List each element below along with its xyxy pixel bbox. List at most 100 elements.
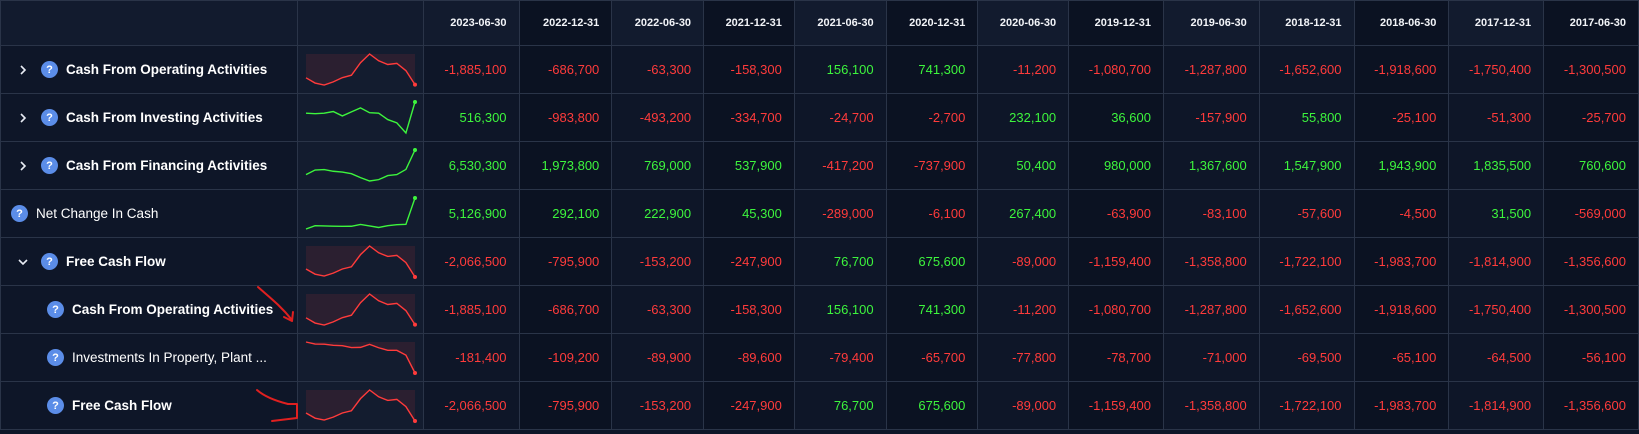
value-cell: -1,080,700 — [1068, 285, 1164, 334]
sparkline-area — [305, 390, 415, 421]
value-cell: -157,900 — [1162, 93, 1260, 142]
column-header[interactable]: 2018-06-30 — [1353, 0, 1450, 46]
row-label: Free Cash Flow — [72, 398, 172, 413]
row-label: Free Cash Flow — [66, 254, 166, 269]
sparkline-end-dot — [412, 322, 417, 327]
value-cell: 1,973,800 — [518, 141, 613, 190]
value-cell: -493,200 — [611, 93, 705, 142]
table-row[interactable]: ? Cash From Financing Activities 6,530,300… — [0, 141, 1639, 190]
table-row[interactable]: ? Free Cash Flow -2,066,500 -795,900 -153,20… — [0, 381, 1639, 430]
table-row[interactable]: ? Investments In Property, Plant ... -181,… — [0, 333, 1639, 382]
sparkline-area — [305, 294, 415, 325]
value-cell: 222,900 — [611, 189, 705, 238]
value-cell: 156,100 — [793, 285, 887, 334]
sparkline-chart — [305, 341, 417, 375]
chevron-right-icon[interactable] — [15, 62, 31, 78]
row-label-cell: ? Free Cash Flow — [0, 381, 298, 430]
sparkline-end-dot — [412, 196, 417, 200]
column-header[interactable]: 2019-06-30 — [1162, 0, 1260, 46]
sparkline-chart — [305, 245, 417, 279]
column-header[interactable]: 2021-12-31 — [703, 0, 795, 46]
value-cell: -71,000 — [1162, 333, 1260, 382]
value-cell: 980,000 — [1068, 141, 1164, 190]
help-icon[interactable]: ? — [41, 109, 58, 126]
table-row[interactable]: ? Cash From Investing Activities 516,300 -9… — [0, 93, 1639, 142]
help-icon[interactable]: ? — [41, 157, 58, 174]
table-row[interactable]: ? Cash From Operating Activities -1,885,10… — [0, 45, 1639, 94]
value-cell: -153,200 — [611, 237, 705, 286]
value-cell: -1,287,800 — [1162, 45, 1260, 94]
sparkline-end-dot — [412, 100, 417, 104]
value-cell: -1,287,800 — [1162, 285, 1260, 334]
value-cell: -79,400 — [793, 333, 887, 382]
sparkline-line — [305, 149, 416, 182]
value-cell: -69,500 — [1258, 333, 1355, 382]
help-icon[interactable]: ? — [11, 205, 28, 222]
sparkline-chart — [305, 196, 417, 230]
row-label: Net Change In Cash — [36, 206, 159, 221]
column-header[interactable]: 2020-12-31 — [885, 0, 979, 46]
help-icon[interactable]: ? — [47, 301, 64, 318]
value-cell: -158,300 — [703, 285, 795, 334]
chevron-right-icon[interactable] — [15, 110, 31, 126]
sparkline-area — [305, 54, 415, 85]
help-icon[interactable]: ? — [47, 397, 64, 414]
sparkline-end-dot — [412, 148, 417, 152]
column-header[interactable]: 2017-12-31 — [1448, 0, 1545, 46]
value-cell: -247,900 — [703, 237, 795, 286]
value-cell: -1,814,900 — [1448, 381, 1545, 430]
value-cell: -11,200 — [977, 45, 1070, 94]
value-cell: -89,000 — [977, 237, 1070, 286]
sparkline-cell — [296, 333, 424, 382]
value-cell: -65,100 — [1353, 333, 1450, 382]
value-cell: -51,300 — [1448, 93, 1545, 142]
value-cell: 769,000 — [611, 141, 705, 190]
column-header[interactable]: 2022-12-31 — [518, 0, 613, 46]
chevron-right-icon[interactable] — [15, 158, 31, 174]
table-row[interactable]: ? Cash From Operating Activities -1,885,10… — [0, 285, 1639, 334]
value-cell: 50,400 — [977, 141, 1070, 190]
sparkline-end-dot — [412, 275, 417, 279]
value-cell: -109,200 — [518, 333, 613, 382]
value-cell: -737,900 — [885, 141, 979, 190]
help-icon[interactable]: ? — [41, 253, 58, 270]
value-cell: 1,547,900 — [1258, 141, 1355, 190]
help-icon[interactable]: ? — [47, 349, 64, 366]
header-row: 2023-06-30 2022-12-31 2022-06-30 2021-12-31… — [0, 0, 1639, 46]
row-label-cell: ? Cash From Investing Activities — [0, 93, 298, 142]
value-cell: -63,900 — [1068, 189, 1164, 238]
sparkline-header — [296, 0, 424, 46]
sparkline-cell — [296, 237, 424, 286]
label-header — [0, 0, 298, 46]
column-header[interactable]: 2017-06-30 — [1543, 0, 1639, 46]
value-cell: -65,700 — [885, 333, 979, 382]
value-cell: 516,300 — [422, 93, 520, 142]
value-cell: -11,200 — [977, 285, 1070, 334]
column-header[interactable]: 2018-12-31 — [1258, 0, 1355, 46]
help-icon[interactable]: ? — [41, 61, 58, 78]
row-label: Investments In Property, Plant ... — [72, 350, 267, 365]
value-cell: -983,800 — [518, 93, 613, 142]
column-header[interactable]: 2019-12-31 — [1068, 0, 1164, 46]
value-cell: 156,100 — [793, 45, 887, 94]
value-cell: 5,126,900 — [422, 189, 520, 238]
row-label-cell: ? Cash From Operating Activities — [0, 45, 298, 94]
table-row[interactable]: ? Net Change In Cash 5,126,900 292,100 222,9… — [0, 189, 1639, 238]
value-cell: 36,600 — [1068, 93, 1164, 142]
row-label: Cash From Operating Activities — [66, 62, 268, 77]
chevron-down-icon[interactable] — [15, 254, 31, 270]
column-header[interactable]: 2021-06-30 — [793, 0, 887, 46]
value-cell: -158,300 — [703, 45, 795, 94]
value-cell: -63,300 — [611, 285, 705, 334]
value-cell: -89,600 — [703, 333, 795, 382]
value-cell: -1,356,600 — [1543, 381, 1639, 430]
sparkline-chart — [305, 53, 417, 87]
value-cell: 741,300 — [885, 285, 979, 334]
value-cell: 1,835,500 — [1448, 141, 1545, 190]
value-cell: -1,750,400 — [1448, 45, 1545, 94]
table-row[interactable]: ? Free Cash Flow -2,066,500 -795,900 -153,20… — [0, 237, 1639, 286]
value-cell: -334,700 — [703, 93, 795, 142]
column-header[interactable]: 2023-06-30 — [422, 0, 520, 46]
column-header[interactable]: 2022-06-30 — [611, 0, 705, 46]
column-header[interactable]: 2020-06-30 — [977, 0, 1070, 46]
